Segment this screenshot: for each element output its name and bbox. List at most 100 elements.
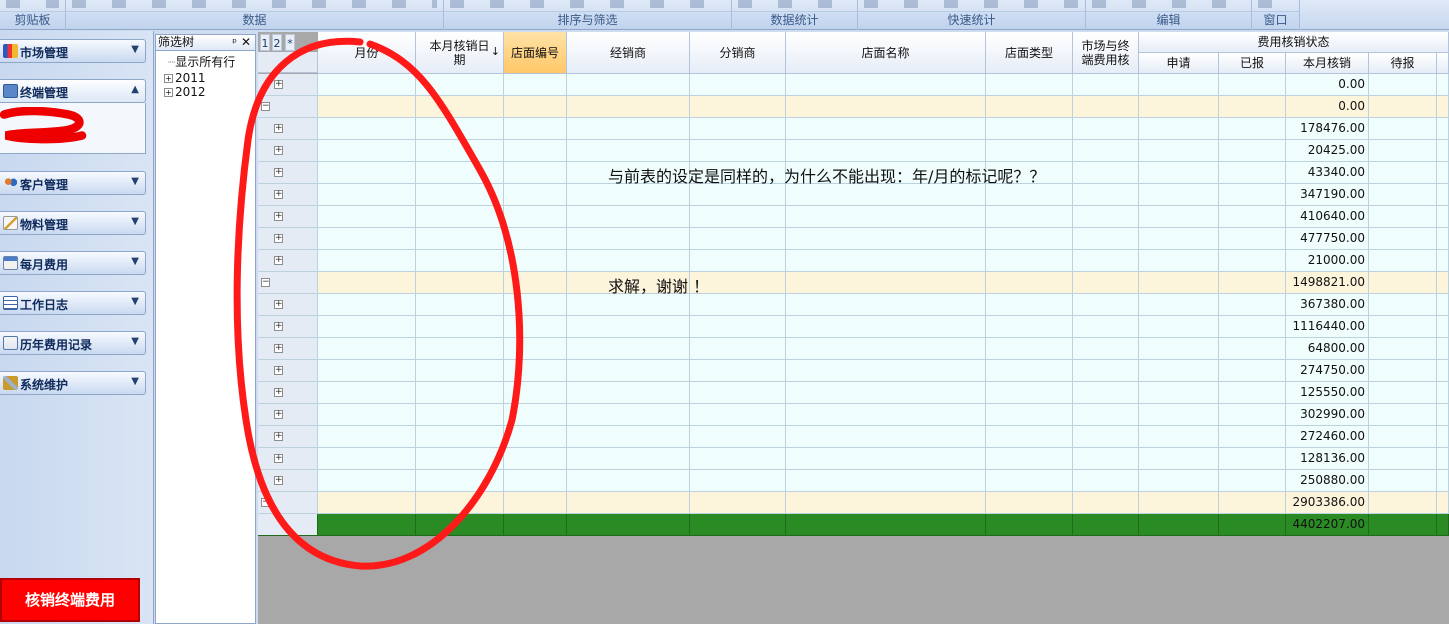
grid-cell[interactable] bbox=[690, 206, 786, 228]
grid-cell[interactable] bbox=[690, 316, 786, 338]
grid-cell[interactable] bbox=[318, 74, 416, 96]
grid-cell[interactable] bbox=[1369, 250, 1437, 272]
expand-icon[interactable]: + bbox=[274, 476, 283, 485]
grid-cell[interactable] bbox=[1073, 404, 1139, 426]
grid-cell[interactable] bbox=[1369, 338, 1437, 360]
table-row[interactable]: +125550.00 bbox=[258, 382, 1449, 404]
grid-cell[interactable] bbox=[690, 360, 786, 382]
grid-cell[interactable] bbox=[690, 96, 786, 118]
expand-icon[interactable]: + bbox=[274, 168, 283, 177]
grid-cell[interactable] bbox=[416, 470, 504, 492]
verify-terminal-fee-button[interactable]: 核销终端费用 bbox=[0, 578, 140, 622]
grid-cell[interactable] bbox=[986, 250, 1073, 272]
grid-cell[interactable] bbox=[567, 360, 690, 382]
grid-cell[interactable] bbox=[786, 96, 986, 118]
grid-cell[interactable] bbox=[504, 96, 567, 118]
group-row[interactable]: − 0.00 bbox=[258, 96, 1449, 118]
column-header-verify-date[interactable]: 本月核销日期 ↓ bbox=[416, 32, 504, 74]
ribbon-group-edit[interactable]: 编辑 bbox=[1086, 0, 1252, 30]
grid-cell[interactable] bbox=[1219, 470, 1286, 492]
grid-cell[interactable] bbox=[1219, 184, 1286, 206]
table-row[interactable]: +0.00 bbox=[258, 74, 1449, 96]
grid-cell[interactable] bbox=[1437, 382, 1449, 404]
grid-cell[interactable] bbox=[1219, 206, 1286, 228]
group-level-all[interactable]: * bbox=[285, 34, 295, 51]
grid-cell[interactable] bbox=[986, 448, 1073, 470]
table-row[interactable]: +21000.00 bbox=[258, 250, 1449, 272]
grid-cell[interactable] bbox=[318, 206, 416, 228]
grid-cell[interactable] bbox=[690, 294, 786, 316]
grid-cell[interactable] bbox=[1369, 360, 1437, 382]
grid-cell[interactable] bbox=[567, 96, 690, 118]
grid-cell[interactable] bbox=[786, 426, 986, 448]
grid-cell[interactable] bbox=[1437, 162, 1449, 184]
column-header-reported[interactable]: 已报 bbox=[1219, 53, 1286, 74]
grid-cell[interactable] bbox=[690, 426, 786, 448]
expand-icon[interactable]: + bbox=[274, 146, 283, 155]
grid-cell[interactable] bbox=[504, 140, 567, 162]
grid-cell[interactable] bbox=[1369, 294, 1437, 316]
grid-cell[interactable] bbox=[786, 360, 986, 382]
grid-cell[interactable] bbox=[786, 448, 986, 470]
group-row[interactable]: − 2903386.00 bbox=[258, 492, 1449, 514]
grid-cell[interactable] bbox=[1139, 470, 1219, 492]
grid-cell[interactable] bbox=[1437, 228, 1449, 250]
grid-cell[interactable] bbox=[318, 162, 416, 184]
grid-cell[interactable] bbox=[416, 74, 504, 96]
grid-cell[interactable] bbox=[1219, 360, 1286, 382]
grid-cell[interactable] bbox=[1139, 294, 1219, 316]
grid-cell[interactable] bbox=[567, 316, 690, 338]
grid-cell[interactable] bbox=[504, 294, 567, 316]
expand-icon[interactable]: + bbox=[274, 366, 283, 375]
expand-icon[interactable]: + bbox=[274, 322, 283, 331]
grid-cell[interactable] bbox=[986, 404, 1073, 426]
grid-cell[interactable] bbox=[416, 448, 504, 470]
grid-cell[interactable] bbox=[504, 228, 567, 250]
ribbon-group-sort-filter[interactable]: 排序与筛选 bbox=[444, 0, 732, 30]
grid-cell[interactable] bbox=[1437, 74, 1449, 96]
grid-cell[interactable] bbox=[1139, 206, 1219, 228]
grid-cell[interactable] bbox=[1073, 382, 1139, 404]
table-row[interactable]: +410640.00 bbox=[258, 206, 1449, 228]
grid-cell[interactable] bbox=[1437, 140, 1449, 162]
grid-cell[interactable] bbox=[504, 426, 567, 448]
grid-cell[interactable] bbox=[1139, 96, 1219, 118]
grid-cell[interactable] bbox=[690, 140, 786, 162]
column-group-header-status[interactable]: 费用核销状态 bbox=[1139, 32, 1449, 53]
table-row[interactable]: +20425.00 bbox=[258, 140, 1449, 162]
table-row[interactable]: +1116440.00 bbox=[258, 316, 1449, 338]
grid-cell[interactable] bbox=[1369, 470, 1437, 492]
grid-cell[interactable] bbox=[786, 272, 986, 294]
grid-cell[interactable] bbox=[1219, 162, 1286, 184]
grid-cell[interactable] bbox=[1369, 162, 1437, 184]
grid-cell[interactable] bbox=[690, 514, 786, 536]
grid-cell[interactable] bbox=[1369, 118, 1437, 140]
nav-item-work-log[interactable]: 工作日志 ▼ bbox=[0, 291, 146, 315]
grid-cell[interactable] bbox=[1219, 492, 1286, 514]
grid-cell[interactable] bbox=[1073, 184, 1139, 206]
grid-cell[interactable] bbox=[416, 382, 504, 404]
grid-cell[interactable] bbox=[567, 140, 690, 162]
grid-cell[interactable] bbox=[1369, 140, 1437, 162]
grid-cell[interactable] bbox=[1139, 162, 1219, 184]
ribbon-group-window[interactable]: 窗口 bbox=[1252, 0, 1300, 30]
grid-cell[interactable] bbox=[567, 250, 690, 272]
verified-amount-cell[interactable]: 347190.00 bbox=[1286, 184, 1369, 206]
grid-cell[interactable] bbox=[1437, 316, 1449, 338]
grid-cell[interactable] bbox=[504, 404, 567, 426]
grid-cell[interactable] bbox=[690, 250, 786, 272]
grid-cell[interactable] bbox=[986, 140, 1073, 162]
column-header-pending[interactable]: 待报 bbox=[1369, 53, 1437, 74]
grid-cell[interactable] bbox=[416, 228, 504, 250]
grid-cell[interactable] bbox=[504, 206, 567, 228]
grid-cell[interactable] bbox=[1219, 118, 1286, 140]
grid-cell[interactable] bbox=[986, 184, 1073, 206]
grid-cell[interactable] bbox=[986, 272, 1073, 294]
expand-icon[interactable]: + bbox=[274, 256, 283, 265]
grid-cell[interactable] bbox=[986, 426, 1073, 448]
grid-cell[interactable] bbox=[1073, 118, 1139, 140]
grid-cell[interactable] bbox=[416, 206, 504, 228]
grid-cell[interactable] bbox=[786, 184, 986, 206]
grid-cell[interactable] bbox=[986, 118, 1073, 140]
grid-cell[interactable] bbox=[1437, 338, 1449, 360]
